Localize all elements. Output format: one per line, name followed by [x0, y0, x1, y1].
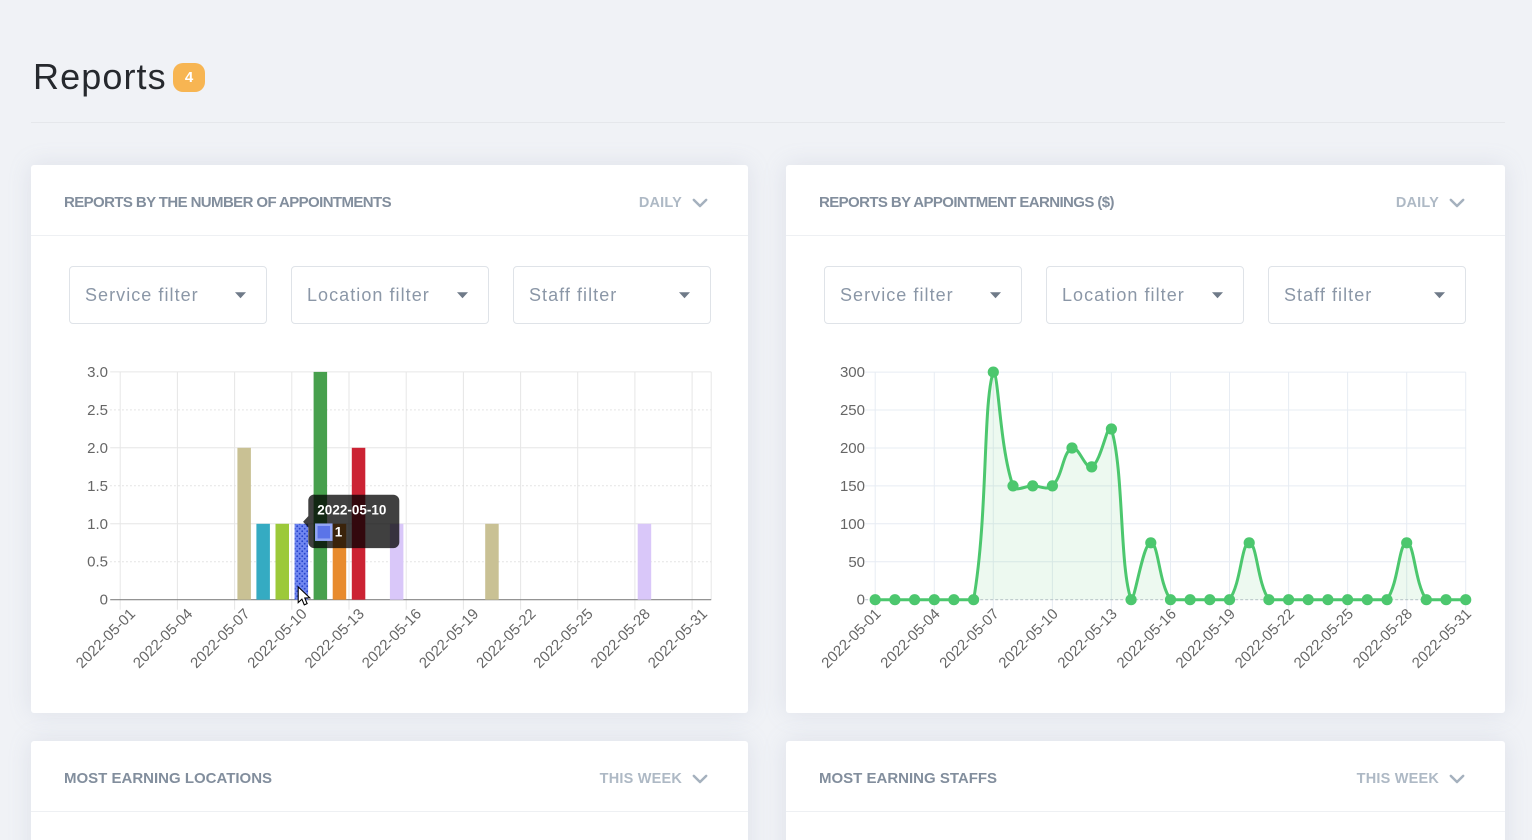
svg-text:2022-05-04: 2022-05-04 — [130, 606, 196, 672]
svg-text:2022-05-16: 2022-05-16 — [1114, 606, 1180, 672]
svg-text:1: 1 — [335, 525, 343, 540]
svg-text:2022-05-10: 2022-05-10 — [244, 606, 310, 672]
svg-text:2022-05-28: 2022-05-28 — [588, 606, 654, 672]
svg-text:2022-05-10: 2022-05-10 — [317, 503, 386, 518]
svg-text:2022-05-07: 2022-05-07 — [936, 606, 1002, 672]
svg-text:2022-05-10: 2022-05-10 — [995, 606, 1061, 672]
svg-text:2022-05-19: 2022-05-19 — [416, 606, 482, 672]
svg-text:2022-05-22: 2022-05-22 — [1232, 606, 1298, 672]
svg-text:100: 100 — [840, 516, 865, 533]
svg-text:2022-05-25: 2022-05-25 — [1291, 606, 1357, 672]
svg-text:2022-05-28: 2022-05-28 — [1350, 606, 1416, 672]
svg-text:250: 250 — [840, 402, 865, 419]
svg-text:0.5: 0.5 — [87, 554, 108, 571]
svg-text:2022-05-16: 2022-05-16 — [359, 606, 425, 672]
svg-text:150: 150 — [840, 478, 865, 495]
svg-text:2022-05-25: 2022-05-25 — [530, 606, 596, 672]
svg-text:0: 0 — [100, 592, 108, 609]
svg-text:1.5: 1.5 — [87, 478, 108, 495]
svg-text:2022-05-01: 2022-05-01 — [818, 606, 884, 672]
svg-text:2022-05-13: 2022-05-13 — [302, 606, 368, 672]
svg-text:3.0: 3.0 — [87, 364, 108, 381]
svg-text:50: 50 — [848, 554, 865, 571]
svg-text:2022-05-13: 2022-05-13 — [1054, 606, 1120, 672]
svg-text:2022-05-04: 2022-05-04 — [877, 606, 943, 672]
svg-text:2022-05-07: 2022-05-07 — [187, 606, 253, 672]
svg-text:2022-05-31: 2022-05-31 — [1409, 606, 1475, 672]
svg-text:2022-05-22: 2022-05-22 — [473, 606, 539, 672]
svg-text:200: 200 — [840, 440, 865, 457]
svg-text:300: 300 — [840, 364, 865, 381]
svg-text:1.0: 1.0 — [87, 516, 108, 533]
svg-text:2.0: 2.0 — [87, 440, 108, 457]
svg-text:2022-05-19: 2022-05-19 — [1173, 606, 1239, 672]
svg-text:0: 0 — [857, 592, 865, 609]
svg-text:2.5: 2.5 — [87, 402, 108, 419]
svg-text:2022-05-01: 2022-05-01 — [73, 606, 139, 672]
svg-text:2022-05-31: 2022-05-31 — [645, 606, 711, 672]
